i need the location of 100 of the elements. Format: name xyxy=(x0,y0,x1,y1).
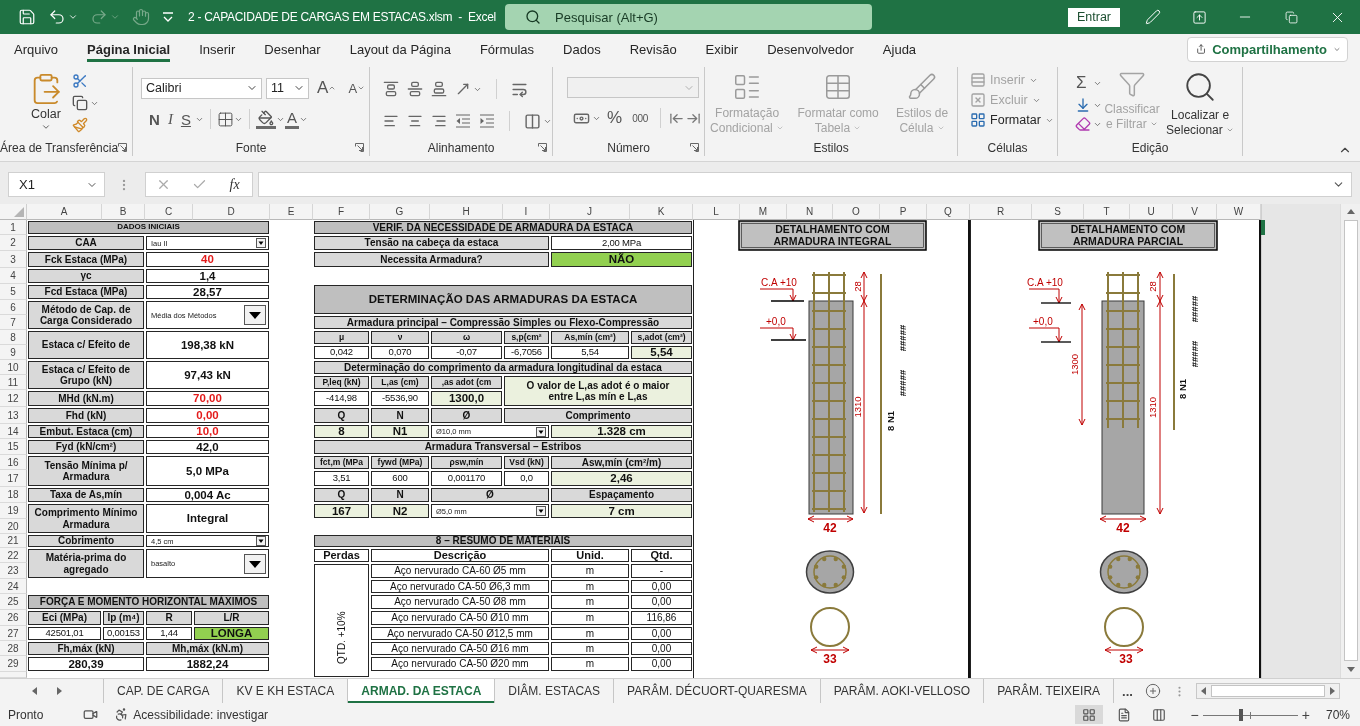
row-header[interactable]: 8 xyxy=(0,330,27,345)
column-header[interactable]: L xyxy=(693,204,740,220)
menu-tab[interactable]: Desenhar xyxy=(264,34,321,62)
column-header[interactable]: N xyxy=(787,204,833,220)
column-header[interactable]: P xyxy=(880,204,927,220)
align-right-icon[interactable] xyxy=(431,113,448,129)
bold-button[interactable]: N xyxy=(145,108,164,130)
row-header[interactable]: 6 xyxy=(0,300,27,315)
align-middle-icon[interactable] xyxy=(407,81,424,97)
row-header[interactable]: 5 xyxy=(0,284,27,300)
video-icon[interactable] xyxy=(83,707,99,722)
row-header[interactable]: 21 xyxy=(0,534,27,548)
align-center-icon[interactable] xyxy=(407,113,424,129)
row-header[interactable]: 4 xyxy=(0,268,27,284)
row-header[interactable]: 23 xyxy=(0,563,27,579)
column-header[interactable]: F xyxy=(313,204,370,220)
outdent-icon[interactable] xyxy=(455,114,472,128)
right-arrow-icon[interactable] xyxy=(1327,686,1337,696)
menu-tab[interactable]: Desenvolvedor xyxy=(767,34,854,62)
up-arrow-icon[interactable] xyxy=(1345,207,1356,217)
column-header[interactable]: O xyxy=(833,204,880,220)
column-header[interactable]: K xyxy=(630,204,693,220)
pen-icon[interactable] xyxy=(1145,9,1161,25)
row-header[interactable]: 20 xyxy=(0,519,27,534)
row-header[interactable]: 17 xyxy=(0,470,27,487)
row-header[interactable]: 24 xyxy=(0,579,27,594)
corner-arrow-icon[interactable] xyxy=(538,143,548,152)
zoom-level[interactable]: 70% xyxy=(1325,707,1350,722)
indent-icon[interactable] xyxy=(479,114,496,128)
column-header[interactable]: W xyxy=(1217,204,1261,220)
dropdown-arrow-icon[interactable] xyxy=(256,238,266,248)
row-header[interactable]: 11 xyxy=(0,375,27,390)
view-button[interactable] xyxy=(1074,705,1103,724)
zoom-slider[interactable] xyxy=(1202,708,1298,721)
line-caret-icon[interactable] xyxy=(162,12,174,22)
row-header[interactable]: 22 xyxy=(0,548,27,563)
grow-font-button[interactable]: A xyxy=(313,77,341,99)
row-header[interactable]: 12 xyxy=(0,390,27,407)
right-arrow-icon[interactable] xyxy=(54,686,64,696)
plus-circle-icon[interactable] xyxy=(1144,683,1161,699)
corner-arrow-icon[interactable] xyxy=(118,143,128,152)
percent-button[interactable]: % xyxy=(603,107,627,129)
menu-tab[interactable]: Arquivo xyxy=(14,34,59,62)
scrollbar-thumb[interactable] xyxy=(1210,685,1325,697)
function-button[interactable]: fx xyxy=(227,176,242,193)
column-header[interactable]: Q xyxy=(927,204,970,220)
column-header[interactable]: J xyxy=(550,204,630,220)
zoom-in-button[interactable]: + xyxy=(1297,706,1314,723)
row-header[interactable]: 16 xyxy=(0,455,27,470)
column-header[interactable]: G xyxy=(370,204,430,220)
autosum-button[interactable]: Σ xyxy=(1072,72,1091,94)
sign-in-button[interactable]: Entrar xyxy=(1067,7,1120,27)
column-header[interactable]: C xyxy=(145,204,193,220)
menu-tab[interactable]: Ajuda xyxy=(882,34,917,62)
accessibility-icon[interactable] xyxy=(114,707,130,722)
menu-tab[interactable]: Exibir xyxy=(705,34,739,62)
formula-input[interactable] xyxy=(258,172,1352,197)
paintbrush-icon[interactable] xyxy=(72,117,88,133)
restore-icon[interactable] xyxy=(1284,10,1298,24)
menu-tab[interactable]: Página Inicial xyxy=(87,34,171,62)
row-header[interactable]: 27 xyxy=(0,626,27,641)
column-header[interactable]: R xyxy=(970,204,1032,220)
row-header[interactable]: 19 xyxy=(0,503,27,519)
menu-tab[interactable]: Fórmulas xyxy=(479,34,535,62)
merge-cells-icon[interactable] xyxy=(524,112,542,130)
row-header[interactable]: 7 xyxy=(0,315,27,330)
undo-icon[interactable] xyxy=(48,8,66,26)
name-box[interactable]: X1 xyxy=(8,172,105,197)
column-header[interactable]: H xyxy=(430,204,503,220)
row-header[interactable]: 14 xyxy=(0,424,27,439)
row-header[interactable]: 2 xyxy=(0,235,27,251)
align-left-icon[interactable] xyxy=(383,113,400,129)
align-bottom-icon[interactable] xyxy=(431,81,448,97)
row-header[interactable]: 26 xyxy=(0,610,27,626)
menu-tab[interactable]: Inserir xyxy=(199,34,236,62)
sheet-tab[interactable]: ARMAD. DA ESTACA xyxy=(347,679,495,703)
font-color-button[interactable]: A xyxy=(284,109,299,129)
menu-tab[interactable]: Dados xyxy=(563,34,601,62)
square-arrow-up-icon[interactable] xyxy=(1191,9,1207,25)
row-header[interactable]: 13 xyxy=(0,407,27,424)
column-header[interactable]: T xyxy=(1084,204,1130,220)
corner-arrow-icon[interactable] xyxy=(355,143,365,152)
font-name-combo[interactable]: Calibri xyxy=(141,77,263,99)
dropdown-arrow-icon[interactable] xyxy=(256,536,266,546)
zoom-slider-thumb[interactable] xyxy=(1239,708,1244,721)
column-header[interactable]: M xyxy=(740,204,787,220)
thousands-button[interactable]: 000 xyxy=(628,107,652,129)
italic-button[interactable]: I xyxy=(163,108,177,130)
scissors-icon[interactable] xyxy=(72,73,88,89)
column-header[interactable]: I xyxy=(503,204,550,220)
left-arrow-icon[interactable] xyxy=(30,686,40,696)
row-header[interactable]: 1 xyxy=(0,220,27,235)
column-header[interactable]: S xyxy=(1032,204,1084,220)
editing-button[interactable]: Localizar e Selecionar xyxy=(1162,70,1239,138)
scrollbar-thumb[interactable] xyxy=(1343,220,1358,661)
eraser-icon[interactable] xyxy=(1075,116,1092,132)
row-header[interactable]: 10 xyxy=(0,360,27,375)
grid-icon[interactable] xyxy=(216,110,234,128)
column-header[interactable]: B xyxy=(102,204,145,220)
row-header[interactable]: 15 xyxy=(0,439,27,455)
